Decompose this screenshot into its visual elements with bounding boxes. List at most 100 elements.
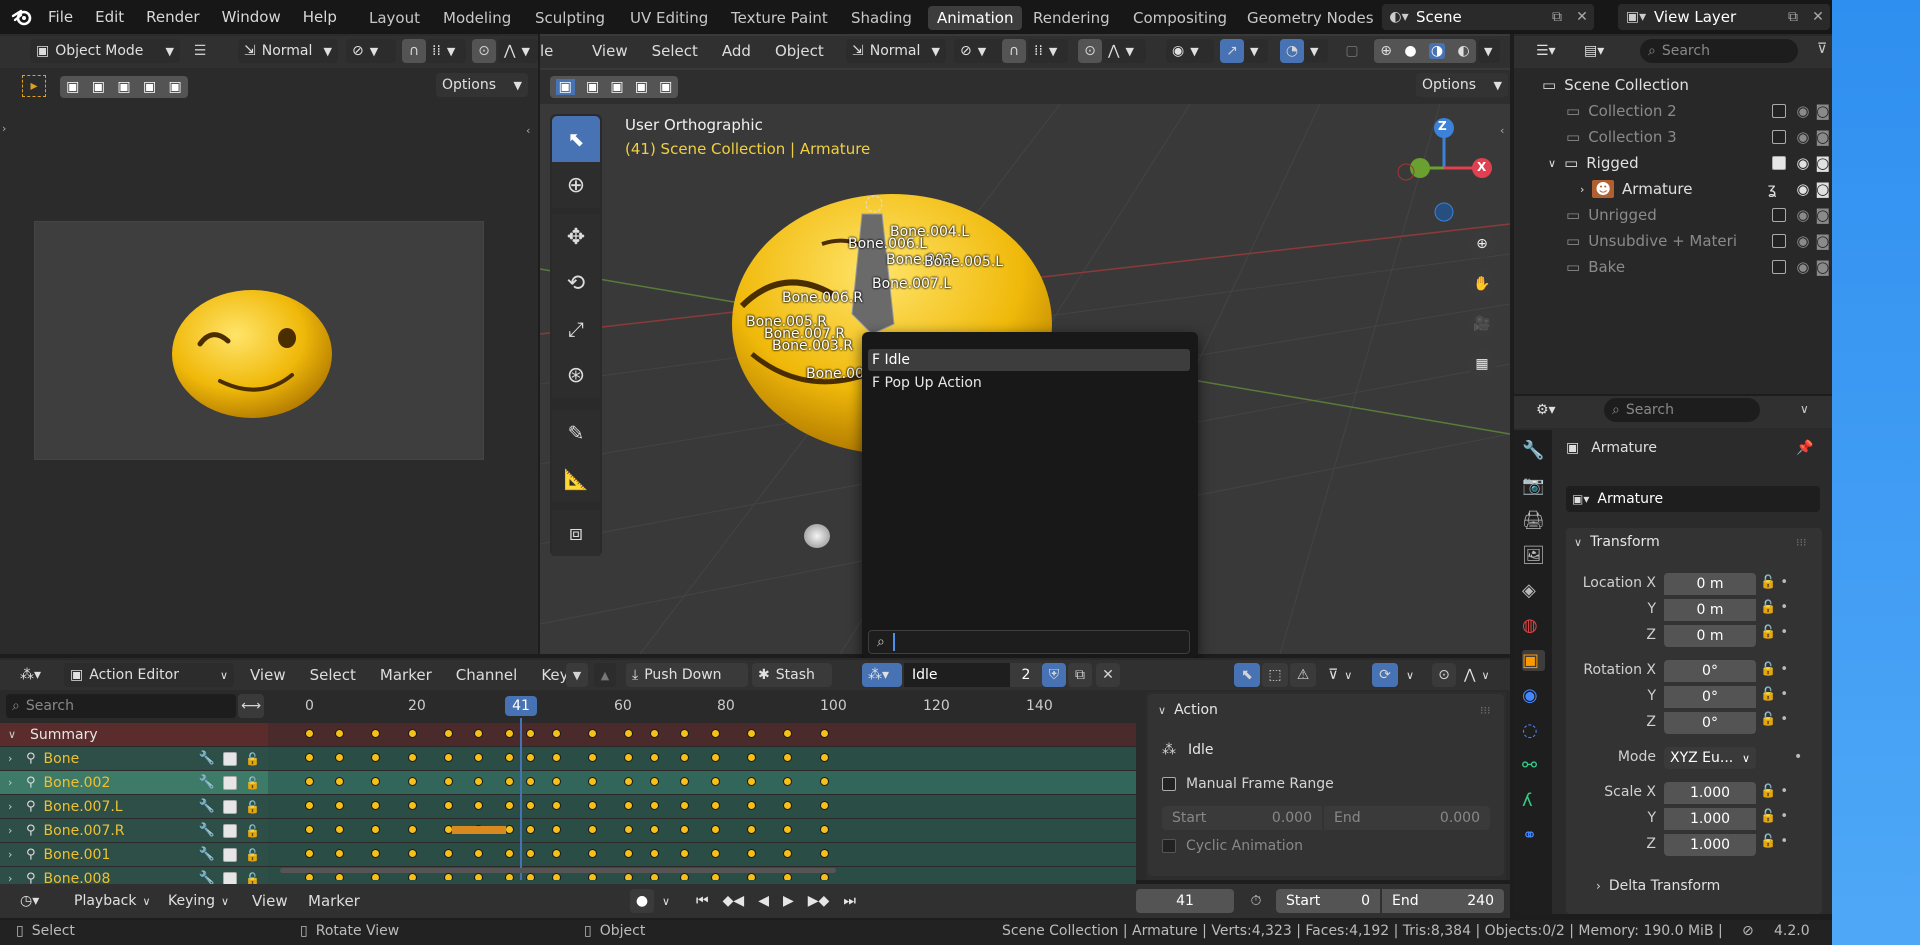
- select-subtract-icon[interactable]: ▣: [610, 79, 623, 95]
- wireframe-shading-icon[interactable]: ⊕: [1380, 43, 1392, 59]
- keyframe[interactable]: [680, 729, 690, 738]
- keyframe[interactable]: [443, 777, 453, 786]
- keyframe[interactable]: [407, 873, 417, 880]
- overlay-toggle[interactable]: ◔: [1280, 39, 1304, 63]
- keyframe[interactable]: [819, 801, 829, 810]
- menu-lines-icon[interactable]: ☰: [188, 40, 212, 62]
- camera-icon[interactable]: ◙: [1815, 180, 1830, 198]
- keyframe[interactable]: [783, 801, 793, 810]
- outliner-root[interactable]: ▭ Scene Collection: [1530, 72, 1836, 98]
- chevron-down-icon[interactable]: ∨: [8, 728, 22, 741]
- viewport-options-dropdown[interactable]: Options ▼: [1416, 73, 1508, 97]
- keyframe[interactable]: [783, 825, 793, 834]
- keyframe[interactable]: [649, 825, 659, 834]
- viewport-snap-toggle[interactable]: ∩: [1002, 39, 1026, 63]
- rotation-mode-dropdown[interactable]: XYZ Eu... ∨: [1664, 747, 1756, 769]
- region-arrow-right[interactable]: ‹: [526, 124, 530, 137]
- keyframe[interactable]: [505, 753, 515, 762]
- lock-icon[interactable]: 🔓: [245, 776, 260, 790]
- keyframe[interactable]: [711, 873, 721, 880]
- keyframe[interactable]: [407, 729, 417, 738]
- stopwatch-icon[interactable]: ⏱: [1244, 889, 1268, 913]
- fake-user-button[interactable]: ⛨: [1042, 663, 1066, 687]
- rendered-shading-icon[interactable]: ◐: [1458, 43, 1470, 59]
- current-frame-indicator[interactable]: 41: [505, 696, 537, 716]
- measure-tool[interactable]: 📐: [552, 456, 600, 502]
- timeline-editor-type[interactable]: ◷▾: [14, 889, 56, 913]
- keyframe[interactable]: [525, 849, 535, 858]
- channel-row[interactable]: › ⚲ Bone.002 🔧 🔓: [0, 771, 268, 794]
- keyframe[interactable]: [711, 753, 721, 762]
- keyframe[interactable]: [335, 777, 345, 786]
- keyframe[interactable]: [525, 729, 535, 738]
- menu-render[interactable]: Render: [146, 8, 199, 26]
- auto-keying-toggle[interactable]: ●: [630, 889, 654, 913]
- keyframe[interactable]: [623, 801, 633, 810]
- keyframe[interactable]: [551, 753, 561, 762]
- unlink-action-button[interactable]: ✕: [1096, 663, 1120, 687]
- keyframe[interactable]: [443, 849, 453, 858]
- exclude-checkbox[interactable]: [1772, 260, 1787, 274]
- menu-channel[interactable]: Channel: [456, 666, 518, 684]
- keyframe[interactable]: [505, 825, 515, 834]
- keyframe[interactable]: [747, 849, 757, 858]
- eye-icon[interactable]: ◉: [1796, 180, 1809, 198]
- move-tool[interactable]: ✥: [552, 214, 600, 260]
- frame-start-field[interactable]: Start 0: [1276, 889, 1380, 913]
- lock-icon[interactable]: 🔓 •: [1760, 575, 1788, 590]
- select-invert-icon[interactable]: ▣: [635, 79, 648, 95]
- snap-dropdown[interactable]: ∨: [1400, 663, 1424, 687]
- keyframe[interactable]: [783, 753, 793, 762]
- manual-frame-range-checkbox[interactable]: Manual Frame Range: [1162, 776, 1334, 792]
- keyframe[interactable]: [407, 825, 417, 834]
- keyframe[interactable]: [587, 873, 597, 880]
- wrench-icon[interactable]: 🔧: [199, 775, 215, 790]
- camera-icon[interactable]: ◙: [1815, 232, 1830, 250]
- layer-down-button[interactable]: ▼: [566, 663, 588, 687]
- timeline-menu-marker[interactable]: Marker: [308, 892, 360, 910]
- play-reverse-icon[interactable]: ◀: [758, 893, 769, 909]
- select-new-icon[interactable]: ▣: [66, 79, 79, 95]
- keyframe[interactable]: [649, 753, 659, 762]
- gizmo-toggle[interactable]: ↗: [1220, 39, 1244, 63]
- copy-icon[interactable]: ⧉: [1780, 9, 1806, 25]
- filter-icon[interactable]: ⊽: [1812, 41, 1832, 57]
- outliner-row[interactable]: ∨ ▭ Rigged ◉ ◙: [1530, 150, 1836, 176]
- keyframe[interactable]: [474, 729, 484, 738]
- keyframe[interactable]: [783, 849, 793, 858]
- snap-target-dropdown[interactable]: ⁞⁞ ▼: [426, 39, 466, 63]
- transform-tool[interactable]: ⊛: [552, 352, 600, 398]
- keyframe[interactable]: [711, 729, 721, 738]
- overlay-dropdown[interactable]: ▼: [1304, 39, 1328, 63]
- swap-arrows-icon[interactable]: ⟷: [238, 694, 264, 718]
- lock-icon[interactable]: 🔓 •: [1760, 662, 1788, 677]
- cursor-tool[interactable]: ⊕: [552, 162, 600, 208]
- menu-add[interactable]: Add: [722, 42, 751, 60]
- tab-geometry-nodes[interactable]: Geometry Nodes: [1238, 6, 1383, 30]
- keyframe[interactable]: [587, 777, 597, 786]
- tab-rendering[interactable]: Rendering: [1024, 6, 1119, 30]
- keyframe[interactable]: [371, 873, 381, 880]
- only-errors-toggle[interactable]: ⚠: [1290, 663, 1316, 687]
- exclude-checkbox[interactable]: [1772, 156, 1787, 170]
- exclude-checkbox[interactable]: [1772, 130, 1787, 144]
- select-new-icon[interactable]: ▣: [555, 79, 575, 95]
- keyframe[interactable]: [335, 801, 345, 810]
- chevron-right-icon[interactable]: ›: [8, 776, 22, 789]
- scale-x-field[interactable]: 1.000: [1664, 782, 1756, 804]
- hand-pan-icon[interactable]: ✋: [1468, 270, 1496, 298]
- keyframe[interactable]: [551, 801, 561, 810]
- keyframe[interactable]: [551, 729, 561, 738]
- menu-select[interactable]: Select: [652, 42, 698, 60]
- keyframe[interactable]: [680, 873, 690, 880]
- exclude-checkbox[interactable]: [1772, 104, 1787, 118]
- keyframe[interactable]: [505, 729, 515, 738]
- keyframe[interactable]: [335, 825, 345, 834]
- frame-start-field[interactable]: Start 0.000: [1162, 806, 1322, 830]
- tool-tab-icon[interactable]: 🔧: [1522, 440, 1545, 461]
- scene-name[interactable]: Scene: [1416, 8, 1544, 26]
- camera-icon[interactable]: ◙: [1815, 206, 1830, 224]
- checkbox[interactable]: [1162, 839, 1176, 853]
- viewport-menu-partial[interactable]: le: [540, 42, 553, 60]
- viewport-snap-dropdown[interactable]: ⁞⁞ ▼: [1028, 39, 1068, 63]
